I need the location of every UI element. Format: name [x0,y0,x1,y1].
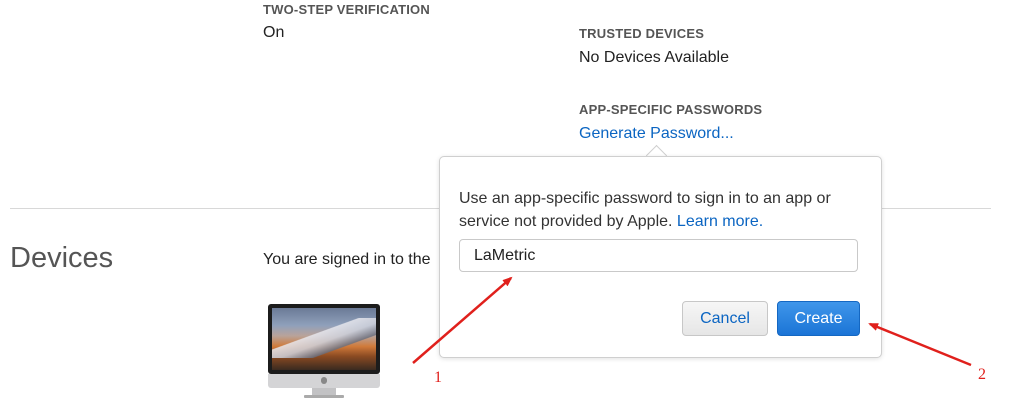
cancel-button[interactable]: Cancel [682,301,768,336]
trusted-devices-value: No Devices Available [579,49,730,66]
app-specific-passwords-label: APP-SPECIFIC PASSWORDS [579,102,763,117]
signed-in-text: You are signed in to the [263,251,431,268]
imac-screen [268,304,380,374]
popover-description: Use an app-specific password to sign in … [459,187,859,233]
trusted-devices-label: TRUSTED DEVICES [579,26,705,41]
imac-device-image[interactable] [268,304,380,398]
app-password-popover: Use an app-specific password to sign in … [439,156,882,358]
generate-password-link[interactable]: Generate Password... [579,125,734,143]
two-step-verification-label: TWO-STEP VERIFICATION [263,2,430,17]
popover-description-text: Use an app-specific password to sign in … [459,190,831,230]
devices-title: Devices [10,242,114,274]
apple-logo-icon [321,377,327,384]
annotation-marker-1: 1 [434,369,442,386]
password-label-input[interactable] [459,239,858,272]
annotation-arrow-2 [868,322,972,367]
two-step-verification-value: On [263,24,285,41]
annotation-marker-2: 2 [978,366,986,383]
learn-more-link[interactable]: Learn more. [677,213,763,230]
create-button[interactable]: Create [777,301,860,336]
